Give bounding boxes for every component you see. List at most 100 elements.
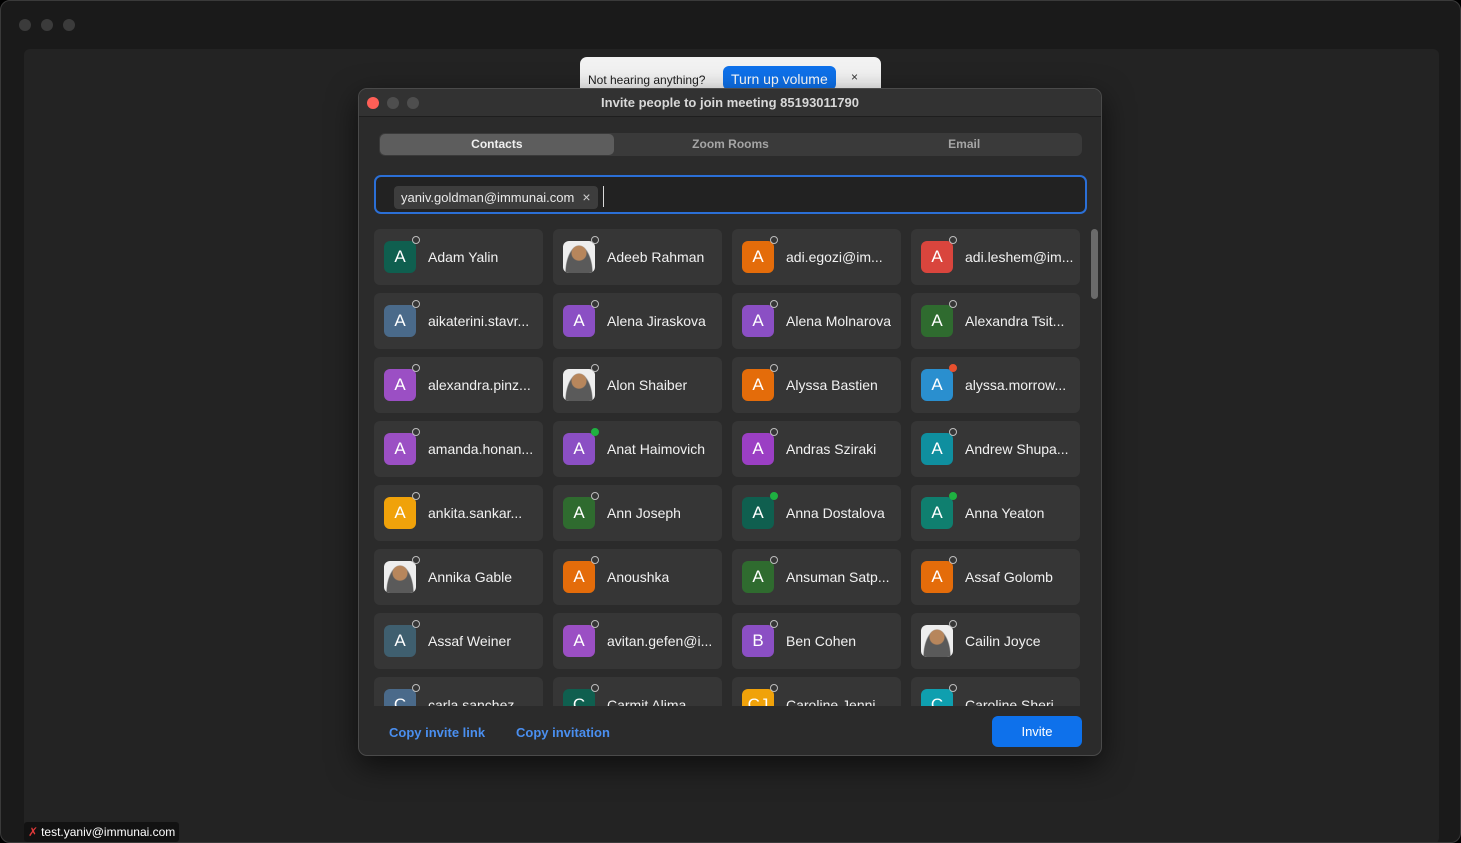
contact-avatar: A bbox=[921, 369, 953, 401]
contact-card[interactable]: Aavitan.gefen@i... bbox=[553, 613, 722, 669]
contact-avatar: A bbox=[384, 369, 416, 401]
contact-card[interactable]: A Adam Yalin bbox=[374, 229, 543, 285]
contact-avatar: A bbox=[563, 625, 595, 657]
contact-card[interactable]: C Carmit Alima bbox=[553, 677, 722, 706]
contact-avatar: A bbox=[742, 305, 774, 337]
contact-card[interactable]: Adeeb Rahman bbox=[553, 229, 722, 285]
contact-card[interactable]: A Alena Jiraskova bbox=[553, 293, 722, 349]
invitee-search-input[interactable]: yaniv.goldman@immunai.com × bbox=[374, 175, 1087, 214]
presence-status-icon bbox=[591, 428, 599, 436]
contact-name: Andras Sziraki bbox=[786, 441, 877, 457]
turn-up-volume-button[interactable]: Turn up volume bbox=[723, 66, 836, 90]
presence-status-icon bbox=[949, 300, 957, 308]
contact-card[interactable]: Cailin Joyce bbox=[911, 613, 1080, 669]
contact-avatar: A bbox=[563, 561, 595, 593]
person-silhouette-icon bbox=[384, 561, 416, 593]
minimize-window-button[interactable] bbox=[41, 19, 53, 31]
contact-card[interactable]: Aankita.sankar... bbox=[374, 485, 543, 541]
contact-card[interactable]: Annika Gable bbox=[374, 549, 543, 605]
contact-card[interactable]: Aadi.leshem@im... bbox=[911, 229, 1080, 285]
contact-avatar: A bbox=[921, 497, 953, 529]
contact-card[interactable]: C Caroline Sheri... bbox=[911, 677, 1080, 706]
tab-zoom-rooms[interactable]: Zoom Rooms bbox=[614, 134, 848, 155]
contact-photo-avatar bbox=[921, 625, 953, 657]
contacts-scrollbar[interactable] bbox=[1091, 229, 1098, 299]
presence-status-icon bbox=[412, 492, 420, 500]
contact-name: Caroline Sheri... bbox=[965, 697, 1066, 706]
presence-status-icon bbox=[591, 236, 599, 244]
contact-card[interactable]: A Assaf Golomb bbox=[911, 549, 1080, 605]
contact-card[interactable]: A Ansuman Satp... bbox=[732, 549, 901, 605]
presence-status-icon bbox=[770, 620, 778, 628]
presence-status-icon bbox=[949, 684, 957, 692]
copy-invite-link-button[interactable]: Copy invite link bbox=[389, 725, 485, 740]
contact-avatar: A bbox=[384, 433, 416, 465]
contact-card[interactable]: B Ben Cohen bbox=[732, 613, 901, 669]
banner-message: Not hearing anything? bbox=[588, 73, 706, 87]
presence-status-icon bbox=[770, 492, 778, 500]
contact-card[interactable]: A Anna Yeaton bbox=[911, 485, 1080, 541]
contact-card[interactable]: Aalyssa.morrow... bbox=[911, 357, 1080, 413]
presence-status-icon bbox=[591, 684, 599, 692]
presence-status-icon bbox=[412, 556, 420, 564]
zoom-window-button[interactable] bbox=[63, 19, 75, 31]
contact-card[interactable]: A Alyssa Bastien bbox=[732, 357, 901, 413]
contact-name: Alena Molnarova bbox=[786, 313, 892, 329]
contact-name: Anat Haimovich bbox=[607, 441, 706, 457]
contact-name: Annika Gable bbox=[428, 569, 513, 585]
presence-status-icon bbox=[591, 364, 599, 372]
contact-name: Adeeb Rahman bbox=[607, 249, 705, 265]
contact-name: Carmit Alima bbox=[607, 697, 687, 706]
contact-card[interactable]: Aamanda.honan... bbox=[374, 421, 543, 477]
presence-status-icon bbox=[770, 236, 778, 244]
contact-card[interactable]: A Andras Sziraki bbox=[732, 421, 901, 477]
contact-name: avitan.gefen@i... bbox=[607, 633, 713, 649]
presence-status-icon bbox=[949, 428, 957, 436]
dialog-close-button[interactable] bbox=[367, 97, 379, 109]
contact-avatar: A bbox=[384, 625, 416, 657]
contact-card[interactable]: Aaikaterini.stavr... bbox=[374, 293, 543, 349]
participant-name: test.yaniv@immunai.com bbox=[41, 825, 176, 839]
contact-card[interactable]: A Alexandra Tsit... bbox=[911, 293, 1080, 349]
contact-card[interactable]: A Andrew Shupa... bbox=[911, 421, 1080, 477]
presence-status-icon bbox=[591, 620, 599, 628]
contact-avatar: A bbox=[921, 433, 953, 465]
participant-name-label: ✗ test.yaniv@immunai.com bbox=[24, 822, 180, 842]
contact-card[interactable]: Aadi.egozi@im... bbox=[732, 229, 901, 285]
contact-card[interactable]: A Anoushka bbox=[553, 549, 722, 605]
presence-status-icon bbox=[770, 300, 778, 308]
contact-card[interactable]: Alon Shaiber bbox=[553, 357, 722, 413]
invite-dialog: Invite people to join meeting 8519301179… bbox=[358, 88, 1102, 756]
contact-card[interactable]: A Assaf Weiner bbox=[374, 613, 543, 669]
contact-name: Ben Cohen bbox=[786, 633, 857, 649]
tab-email[interactable]: Email bbox=[847, 134, 1081, 155]
contact-avatar: A bbox=[921, 305, 953, 337]
invite-button[interactable]: Invite bbox=[992, 716, 1082, 747]
contact-name: ankita.sankar... bbox=[428, 505, 523, 521]
contact-card[interactable]: Aalexandra.pinz... bbox=[374, 357, 543, 413]
person-silhouette-icon bbox=[563, 241, 595, 273]
contact-avatar: A bbox=[563, 305, 595, 337]
contact-avatar: A bbox=[563, 433, 595, 465]
contact-card[interactable]: Ccarla.sanchez... bbox=[374, 677, 543, 706]
banner-close-icon[interactable]: × bbox=[851, 70, 858, 84]
contact-name: Alena Jiraskova bbox=[607, 313, 706, 329]
close-window-button[interactable] bbox=[19, 19, 31, 31]
tab-contacts[interactable]: Contacts bbox=[380, 134, 614, 155]
contact-name: Ansuman Satp... bbox=[786, 569, 890, 585]
dialog-title: Invite people to join meeting 8519301179… bbox=[601, 95, 859, 110]
presence-status-icon bbox=[949, 492, 957, 500]
contact-card[interactable]: A Alena Molnarova bbox=[732, 293, 901, 349]
presence-status-icon bbox=[949, 236, 957, 244]
contact-name: adi.egozi@im... bbox=[786, 249, 883, 265]
copy-invitation-button[interactable]: Copy invitation bbox=[516, 725, 610, 740]
invitee-chip-email: yaniv.goldman@immunai.com bbox=[401, 190, 575, 205]
contact-card[interactable]: A Anat Haimovich bbox=[553, 421, 722, 477]
contact-name: adi.leshem@im... bbox=[965, 249, 1074, 265]
presence-status-icon bbox=[412, 364, 420, 372]
contact-card[interactable]: A Anna Dostalova bbox=[732, 485, 901, 541]
remove-chip-icon[interactable]: × bbox=[582, 186, 590, 209]
contact-card[interactable]: CJ Caroline Jenni... bbox=[732, 677, 901, 706]
contact-card[interactable]: A Ann Joseph bbox=[553, 485, 722, 541]
dialog-titlebar: Invite people to join meeting 8519301179… bbox=[359, 89, 1101, 117]
